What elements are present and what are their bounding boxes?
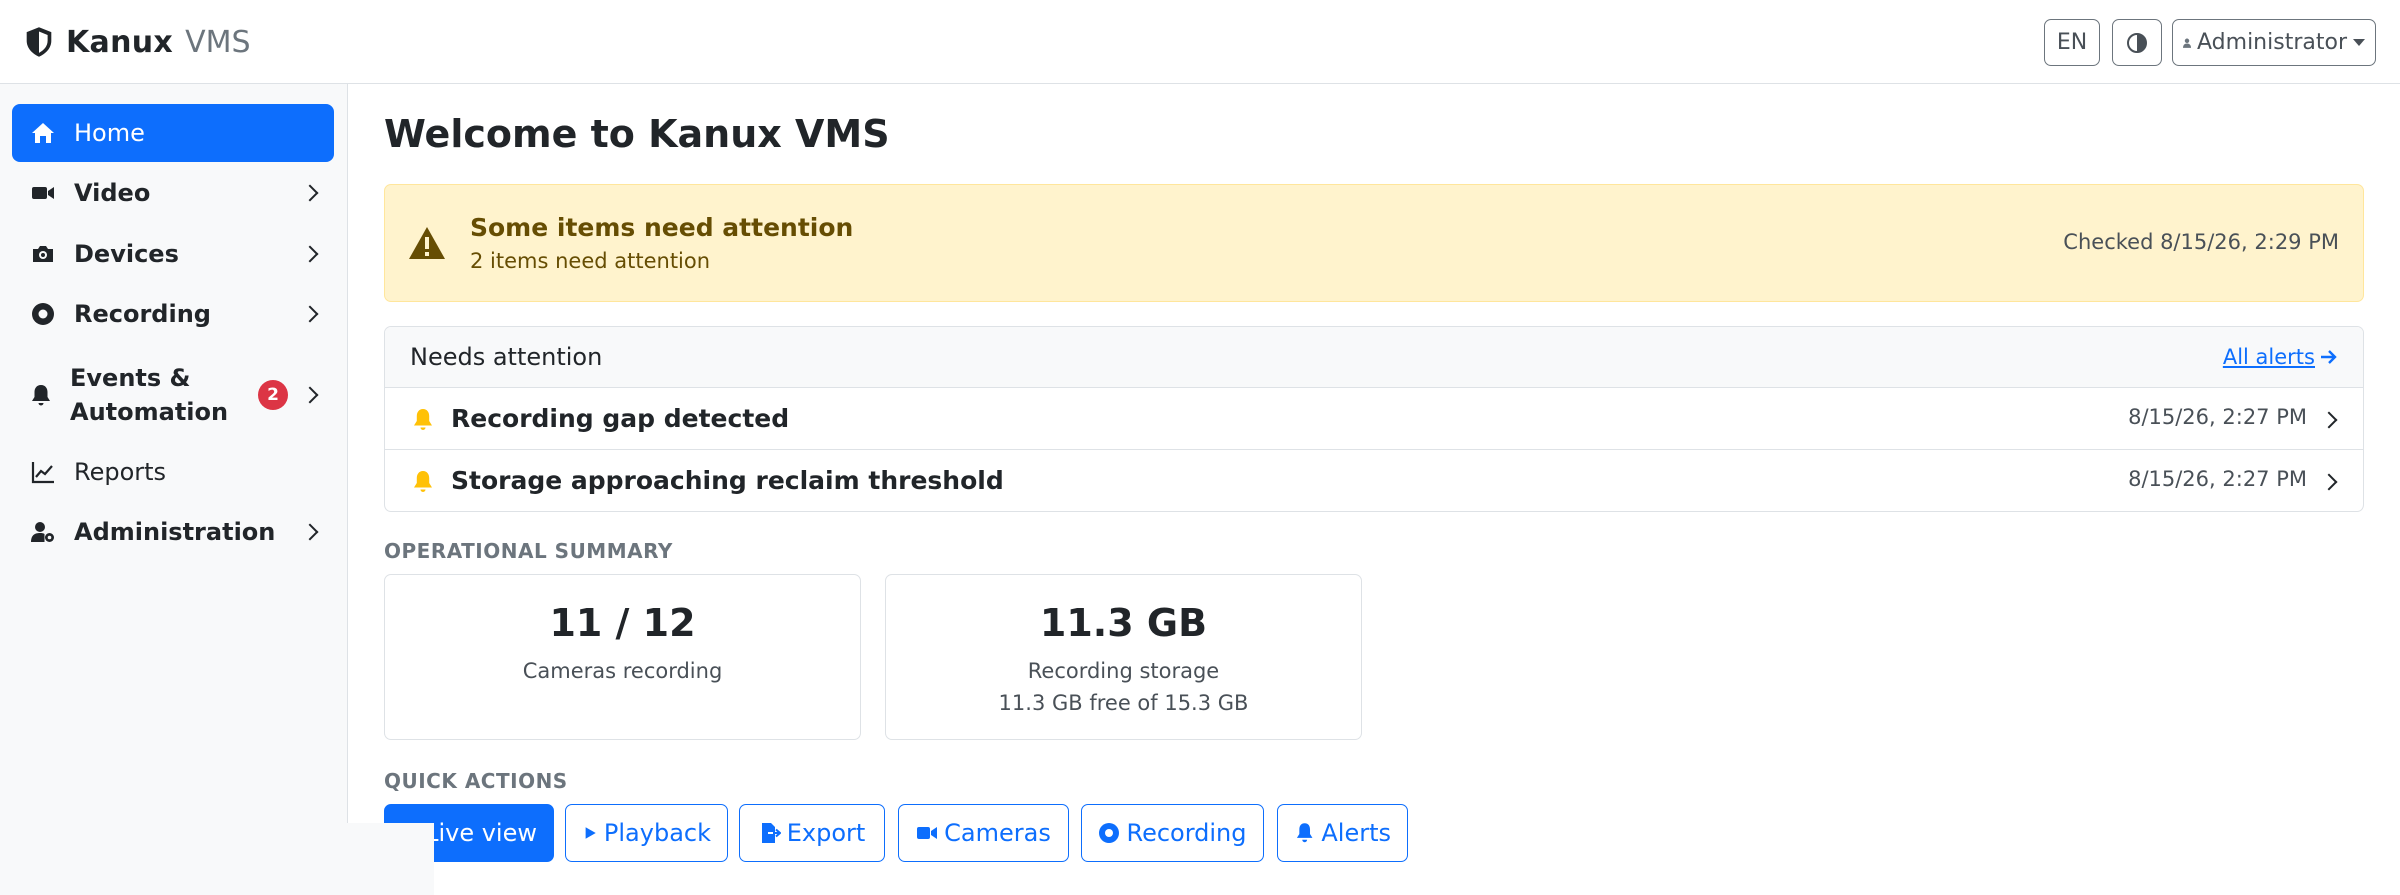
stat-label: Cameras recording bbox=[522, 659, 723, 683]
page-title: Welcome to Kanux VMS bbox=[384, 112, 890, 156]
stat-card-storage: 11.3 GB Recording storage 11.3 GB free o… bbox=[885, 574, 1362, 740]
sidebar-item-label: Reports bbox=[74, 458, 167, 486]
user-icon bbox=[2183, 38, 2192, 48]
notification-badge: 2 bbox=[258, 380, 288, 410]
chevron-right-icon bbox=[301, 184, 319, 202]
chevron-right-icon bbox=[301, 305, 319, 323]
stat-label: Recording storage bbox=[1027, 659, 1220, 683]
video-camera-icon bbox=[30, 180, 56, 206]
stat-card-cameras: 11 / 12 Cameras recording bbox=[384, 574, 861, 740]
cameras-button[interactable]: Cameras bbox=[898, 804, 1069, 862]
sidebar-item-reports[interactable]: Reports bbox=[12, 443, 334, 501]
chevron-right-icon bbox=[301, 245, 319, 263]
sidebar-item-label: Home bbox=[74, 119, 145, 147]
attention-alert: Some items need attention 2 items need a… bbox=[384, 184, 2364, 302]
sidebar-item-events-automation[interactable]: Events & Automation 2 bbox=[12, 355, 334, 435]
chevron-right-icon bbox=[2320, 411, 2338, 429]
user-name: Administrator bbox=[2197, 30, 2347, 55]
button-label: Recording bbox=[1126, 819, 1247, 847]
playback-button[interactable]: Playback bbox=[565, 804, 728, 862]
alert-title: Some items need attention bbox=[470, 213, 854, 242]
file-export-icon bbox=[761, 823, 781, 843]
chevron-right-icon bbox=[2320, 473, 2338, 491]
all-alerts-label: All alerts bbox=[2222, 345, 2315, 369]
alerts-button[interactable]: Alerts bbox=[1277, 804, 1408, 862]
alert-item-title: Storage approaching reclaim threshold bbox=[451, 466, 1004, 495]
button-label: Export bbox=[786, 819, 866, 847]
sidebar-item-home[interactable]: Home bbox=[12, 104, 334, 162]
theme-toggle-button[interactable] bbox=[2112, 19, 2162, 66]
user-gear-icon bbox=[30, 519, 56, 545]
user-menu-button[interactable]: Administrator bbox=[2172, 19, 2376, 66]
bell-icon bbox=[414, 471, 432, 492]
brand-product: VMS bbox=[185, 24, 251, 60]
top-navbar: Kanux VMS EN Administrator bbox=[0, 0, 2400, 84]
home-icon bbox=[30, 120, 56, 146]
shield-icon bbox=[26, 27, 52, 57]
caret-down-icon bbox=[2353, 39, 2365, 46]
list-item[interactable]: Recording gap detected 8/15/26, 2:27 PM bbox=[385, 388, 2363, 450]
record-icon bbox=[30, 301, 56, 327]
all-alerts-link[interactable]: All alerts bbox=[2223, 345, 2339, 369]
sidebar-item-label: Administration bbox=[74, 518, 276, 546]
bell-icon bbox=[414, 409, 432, 430]
chevron-right-icon bbox=[301, 523, 319, 541]
export-button[interactable]: Export bbox=[739, 804, 885, 862]
brand[interactable]: Kanux VMS bbox=[24, 20, 251, 64]
overlay-panel bbox=[0, 823, 434, 895]
brand-name: Kanux bbox=[66, 24, 174, 60]
stat-sublabel: 11.3 GB free of 15.3 GB bbox=[998, 691, 1249, 715]
alert-item-title: Recording gap detected bbox=[451, 404, 790, 433]
chart-line-icon bbox=[30, 459, 56, 485]
sidebar-item-label: Devices bbox=[74, 240, 179, 268]
bell-icon bbox=[28, 382, 54, 408]
sidebar-item-recording[interactable]: Recording bbox=[12, 285, 334, 343]
sidebar-item-administration[interactable]: Administration bbox=[12, 503, 334, 561]
quick-actions-heading: QUICK ACTIONS bbox=[384, 769, 568, 793]
bell-icon bbox=[1296, 823, 1313, 843]
needs-attention-card: Needs attention All alerts Recording gap… bbox=[384, 326, 2364, 512]
stat-value: 11.3 GB bbox=[1039, 601, 1208, 645]
chevron-right-icon bbox=[301, 386, 319, 404]
sidebar-item-devices[interactable]: Devices bbox=[12, 225, 334, 283]
alert-checked-time: Checked 8/15/26, 2:29 PM bbox=[2063, 230, 2339, 254]
operational-summary-heading: OPERATIONAL SUMMARY bbox=[384, 539, 673, 563]
sidebar: Home Video Devices Recording Events & Au… bbox=[0, 84, 348, 895]
language-button[interactable]: EN bbox=[2044, 19, 2100, 66]
button-label: Live view bbox=[425, 819, 537, 847]
half-circle-icon bbox=[2127, 32, 2147, 53]
warning-triangle-icon bbox=[409, 227, 445, 259]
button-label: Playback bbox=[603, 819, 711, 847]
alert-text: 2 items need attention bbox=[470, 249, 711, 273]
sidebar-item-label: Recording bbox=[74, 300, 211, 328]
button-label: Alerts bbox=[1321, 819, 1391, 847]
sidebar-item-label: Video bbox=[74, 179, 151, 207]
alert-item-time: 8/15/26, 2:27 PM bbox=[2128, 467, 2307, 491]
camera-icon bbox=[30, 241, 56, 267]
card-title: Needs attention bbox=[410, 343, 603, 371]
card-header: Needs attention All alerts bbox=[385, 327, 2363, 388]
list-item[interactable]: Storage approaching reclaim threshold 8/… bbox=[385, 450, 2363, 511]
play-icon bbox=[585, 827, 596, 839]
stat-value: 11 / 12 bbox=[549, 601, 696, 645]
alert-item-time: 8/15/26, 2:27 PM bbox=[2128, 405, 2307, 429]
sidebar-item-label: Events & Automation bbox=[70, 364, 229, 426]
record-icon bbox=[1099, 823, 1120, 843]
arrow-right-icon bbox=[2321, 350, 2337, 364]
button-label: Cameras bbox=[944, 819, 1051, 847]
sidebar-item-video[interactable]: Video bbox=[12, 164, 334, 222]
video-camera-icon bbox=[917, 827, 938, 839]
recording-button[interactable]: Recording bbox=[1081, 804, 1264, 862]
